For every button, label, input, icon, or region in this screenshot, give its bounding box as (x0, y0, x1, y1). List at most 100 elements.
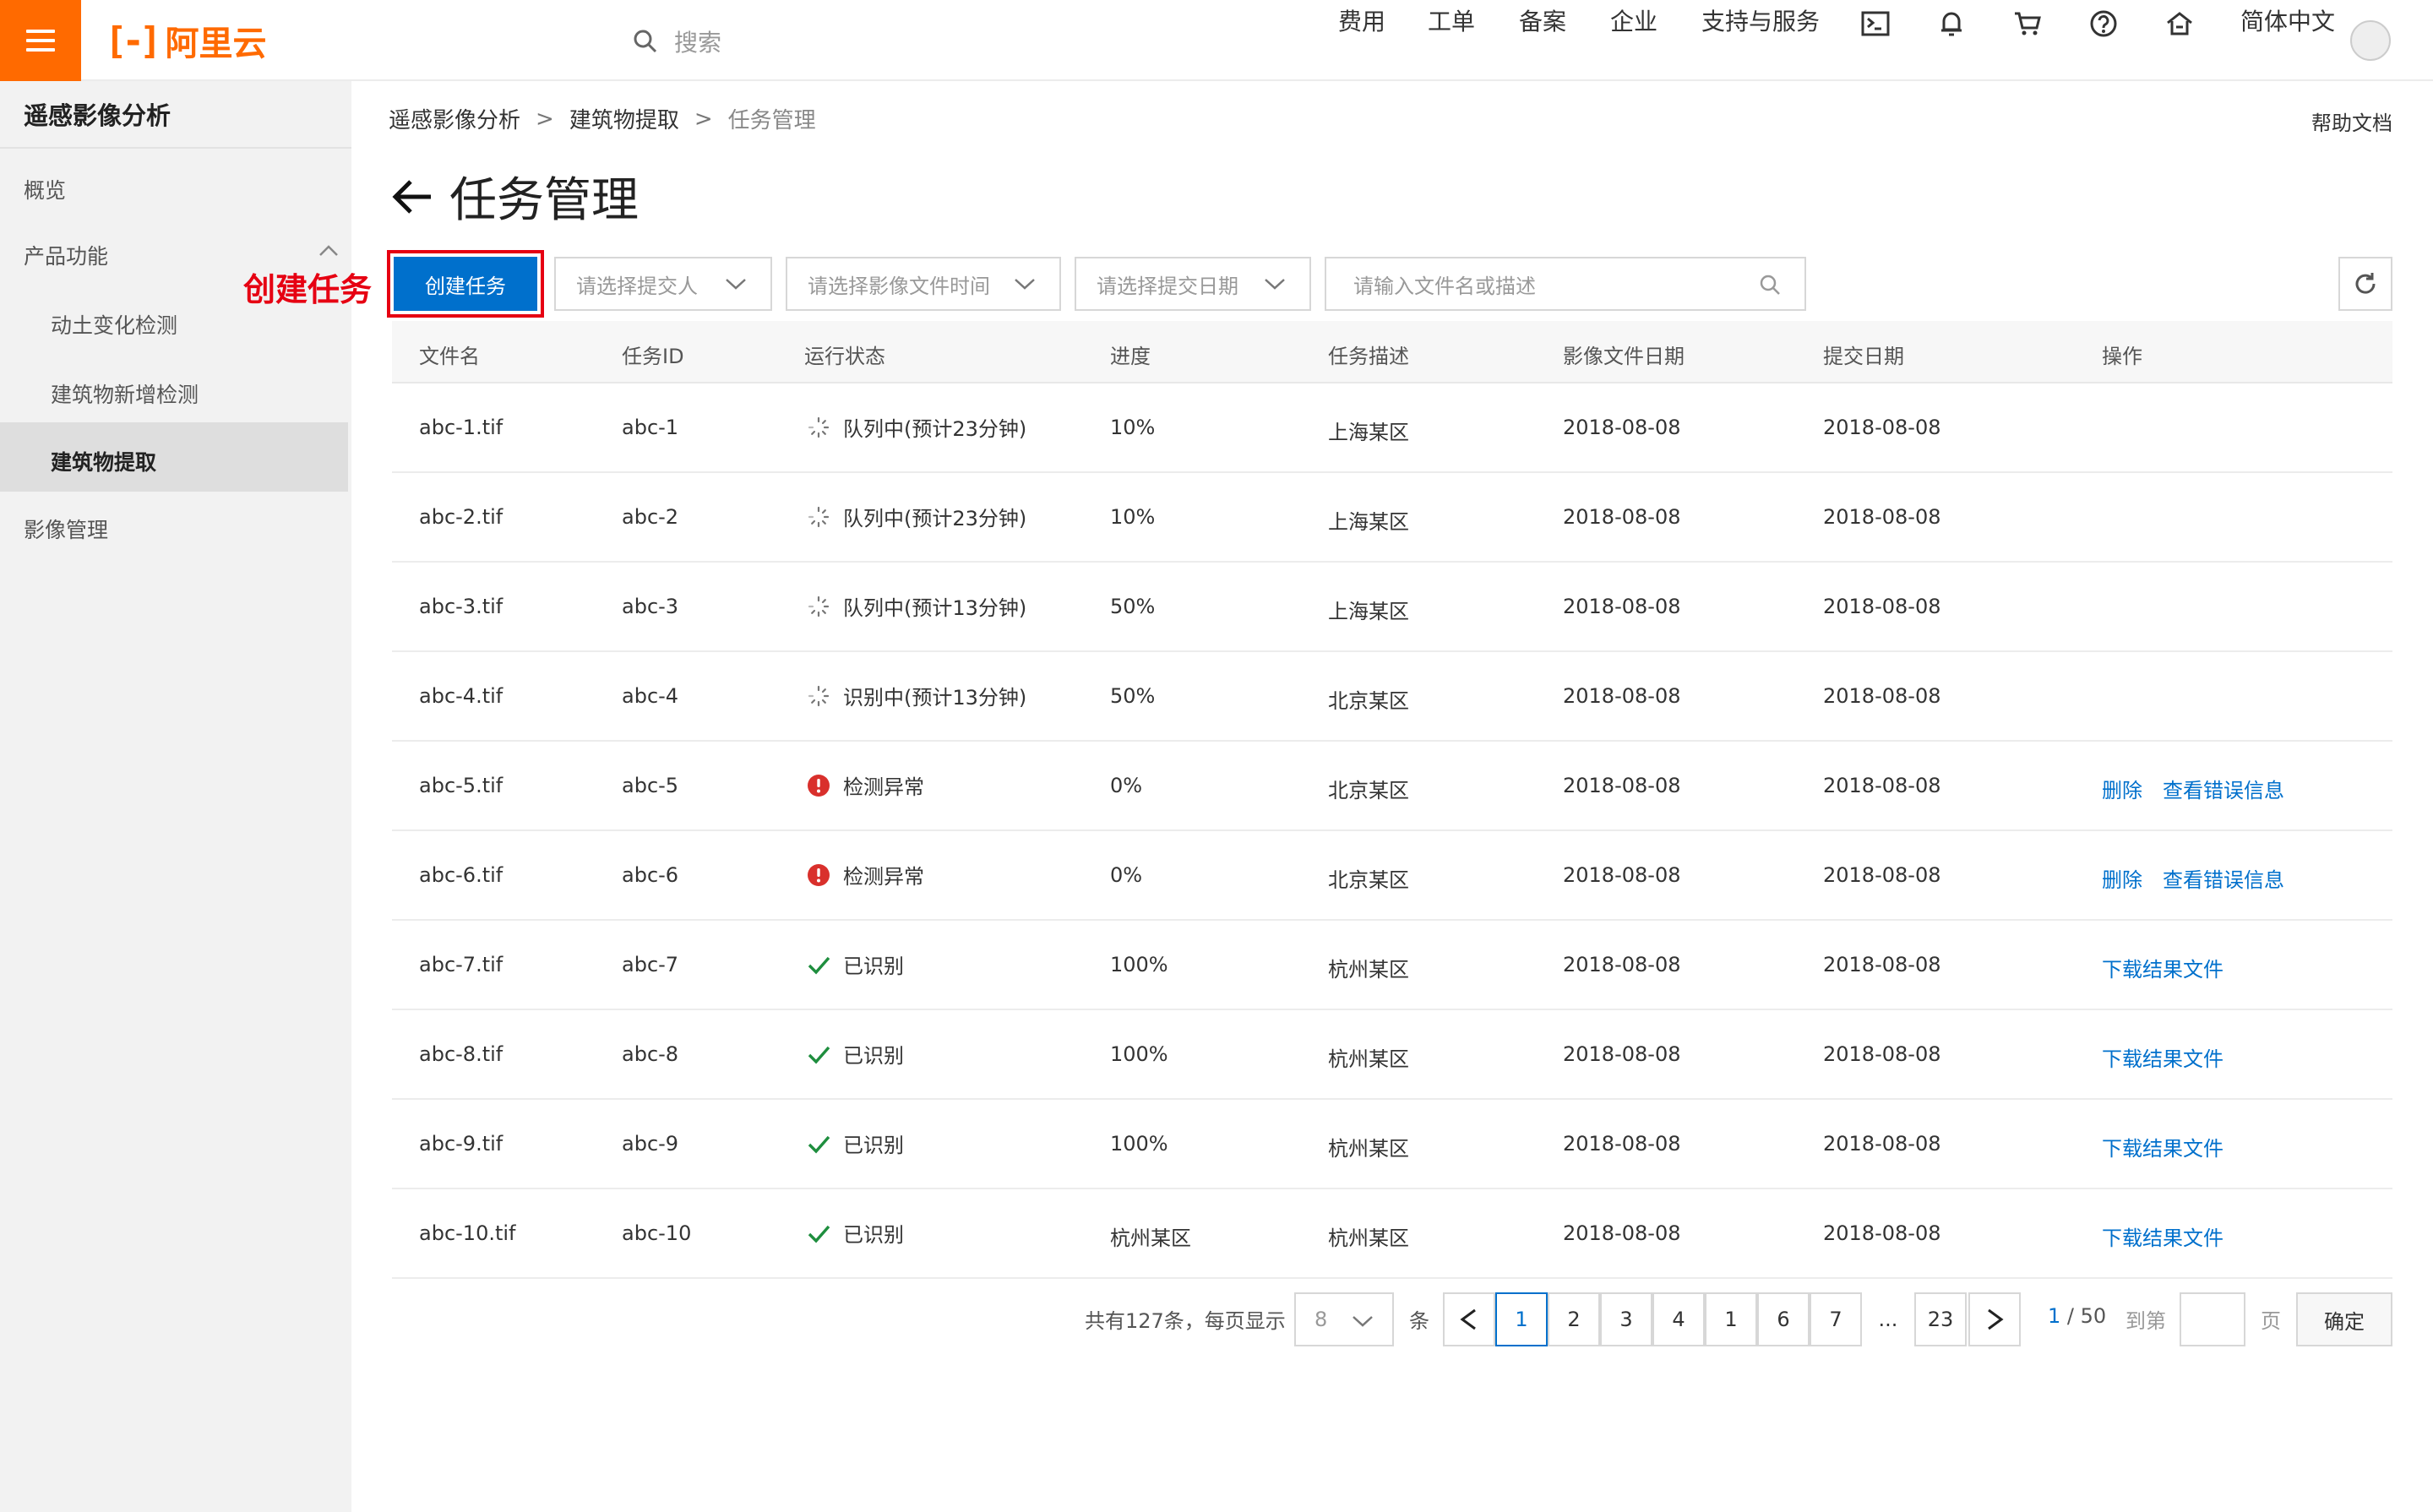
help-icon[interactable] (2087, 7, 2120, 41)
terminal-icon[interactable] (1859, 7, 1892, 41)
cell-description: 杭州某区 (1328, 958, 1409, 982)
page-title: 任务管理 (390, 162, 639, 231)
sidebar-divider (0, 147, 351, 149)
submitter-select[interactable]: 请选择提交人 (554, 257, 772, 311)
cell-status: 检测异常 (806, 860, 924, 889)
chevron-up-icon[interactable] (318, 243, 340, 258)
page-number-button[interactable]: 7 (1810, 1292, 1862, 1346)
cell-filename: abc-2.tif (419, 505, 503, 529)
breadcrumb-separator: > (694, 106, 713, 132)
pagination-total: 共有127条，每页显示 (1085, 1309, 1286, 1333)
nav-support[interactable]: 支持与服务 (1701, 0, 1820, 44)
submit-date-select[interactable]: 请选择提交日期 (1075, 257, 1311, 311)
view-error-link[interactable]: 查看错误信息 (2163, 774, 2284, 803)
sidebar-item-image-management[interactable]: 影像管理 (24, 514, 108, 544)
nav-filing[interactable]: 备案 (1519, 0, 1566, 44)
cell-task-id: abc-5 (622, 774, 679, 797)
cell-description: 杭州某区 (1328, 1137, 1409, 1161)
page-indicator-total: / 50 (2066, 1304, 2107, 1328)
nav-tickets[interactable]: 工单 (1428, 0, 1475, 44)
status-text: 已识别 (843, 1134, 904, 1157)
menu-line (26, 48, 55, 52)
delete-link[interactable]: 删除 (2102, 863, 2142, 893)
page-indicator: 1 / 50 (2048, 1304, 2106, 1328)
cell-submit-date: 2018-08-08 (1823, 1221, 1941, 1245)
confirm-page-button[interactable]: 确定 (2296, 1292, 2392, 1346)
delete-link[interactable]: 删除 (2102, 774, 2142, 803)
page-title-text: 任务管理 (449, 173, 639, 228)
cell-image-date: 2018-08-08 (1563, 1132, 1681, 1156)
cell-submit-date: 2018-08-08 (1823, 953, 1941, 976)
download-result-link[interactable]: 下载结果文件 (2102, 1132, 2223, 1161)
create-task-button[interactable]: 创建任务 (394, 257, 537, 311)
cart-icon[interactable] (2011, 7, 2044, 41)
next-page-button[interactable] (1968, 1292, 2021, 1346)
cell-description: 北京某区 (1328, 779, 1409, 802)
refresh-button[interactable] (2338, 257, 2392, 311)
search-icon[interactable] (1759, 274, 1781, 296)
avatar[interactable] (2350, 20, 2391, 61)
spinner-icon (806, 594, 831, 619)
sidebar-item-earth-change[interactable]: 动土变化检测 (51, 309, 177, 340)
page-number-button[interactable]: 1 (1705, 1292, 1757, 1346)
page-number-button[interactable]: 3 (1600, 1292, 1652, 1346)
status-text: 已识别 (843, 1223, 904, 1247)
home-icon[interactable] (2163, 7, 2196, 41)
cell-filename: abc-4.tif (419, 684, 503, 708)
cell-submit-date: 2018-08-08 (1823, 1042, 1941, 1066)
table-row: abc-10.tif abc-10 已识别 杭州某区 杭州某区 2018-08-08 201… (392, 1189, 2392, 1279)
nav-enterprise[interactable]: 企业 (1610, 0, 1657, 44)
help-doc-link[interactable]: 帮助文档 (2311, 106, 2392, 136)
menu-line (26, 39, 55, 42)
prev-page-button[interactable] (1443, 1292, 1495, 1346)
cell-status: 已识别 (806, 1129, 904, 1158)
download-result-link[interactable]: 下载结果文件 (2102, 953, 2223, 982)
goto-page-input[interactable] (2180, 1292, 2245, 1346)
breadcrumb-item[interactable]: 建筑物提取 (569, 103, 679, 134)
bell-icon[interactable] (1935, 7, 1968, 41)
breadcrumb-separator: > (536, 106, 554, 132)
download-result-link[interactable]: 下载结果文件 (2102, 1221, 2223, 1251)
search-placeholder: 搜索 (674, 29, 722, 57)
back-arrow-icon[interactable] (390, 175, 434, 219)
page-number-button[interactable]: 1 (1495, 1292, 1548, 1346)
spinner-icon (806, 683, 831, 709)
cell-status: 检测异常 (806, 770, 924, 800)
cell-status: 队列中(预计23分钟) (806, 502, 1026, 531)
submit-date-placeholder: 请选择提交日期 (1097, 274, 1238, 298)
sidebar-item-building-new[interactable]: 建筑物新增检测 (51, 378, 199, 409)
cell-image-date: 2018-08-08 (1563, 505, 1681, 529)
image-time-placeholder: 请选择影像文件时间 (808, 274, 990, 298)
nav-fees[interactable]: 费用 (1338, 0, 1385, 44)
aliyun-logo[interactable]: [-] 阿里云 (105, 17, 266, 64)
cell-task-id: abc-6 (622, 863, 679, 887)
page-number-button[interactable]: 2 (1548, 1292, 1600, 1346)
download-result-link[interactable]: 下载结果文件 (2102, 1042, 2223, 1072)
spinner-icon (806, 504, 831, 530)
cell-actions: 下载结果文件 (2102, 1221, 2223, 1251)
view-error-link[interactable]: 查看错误信息 (2163, 863, 2284, 893)
cell-task-id: abc-8 (622, 1042, 679, 1066)
column-header-task-id: 任务ID (622, 345, 684, 368)
sidebar-item-building-extract[interactable]: 建筑物提取 (51, 446, 156, 476)
cell-filename: abc-3.tif (419, 595, 503, 618)
sidebar-item-overview[interactable]: 概览 (24, 174, 66, 204)
page-number-button[interactable]: 6 (1757, 1292, 1810, 1346)
search-icon (634, 30, 657, 53)
table-row: abc-9.tif abc-9 已识别 100% 杭州某区 2018-08-08 2018-… (392, 1100, 2392, 1189)
global-search[interactable]: 搜索 (632, 20, 721, 63)
cell-filename: abc-1.tif (419, 416, 503, 439)
breadcrumb-item[interactable]: 遥感影像分析 (389, 103, 520, 134)
language-switch[interactable]: 简体中文 (2240, 0, 2335, 44)
page-number-button[interactable]: 23 (1914, 1292, 1967, 1346)
cell-description: 上海某区 (1328, 421, 1409, 444)
page-size-select[interactable]: 8 (1294, 1292, 1394, 1346)
hamburger-menu-button[interactable] (0, 0, 81, 81)
sidebar-item-product-features[interactable]: 产品功能 (24, 240, 108, 270)
page-number-button[interactable]: 4 (1652, 1292, 1705, 1346)
cell-task-id: abc-7 (622, 953, 679, 976)
cell-actions: 下载结果文件 (2102, 953, 2223, 982)
cell-task-id: abc-4 (622, 684, 679, 708)
image-time-select[interactable]: 请选择影像文件时间 (786, 257, 1061, 311)
task-search-input[interactable]: 请输入文件名或描述 (1325, 257, 1806, 311)
